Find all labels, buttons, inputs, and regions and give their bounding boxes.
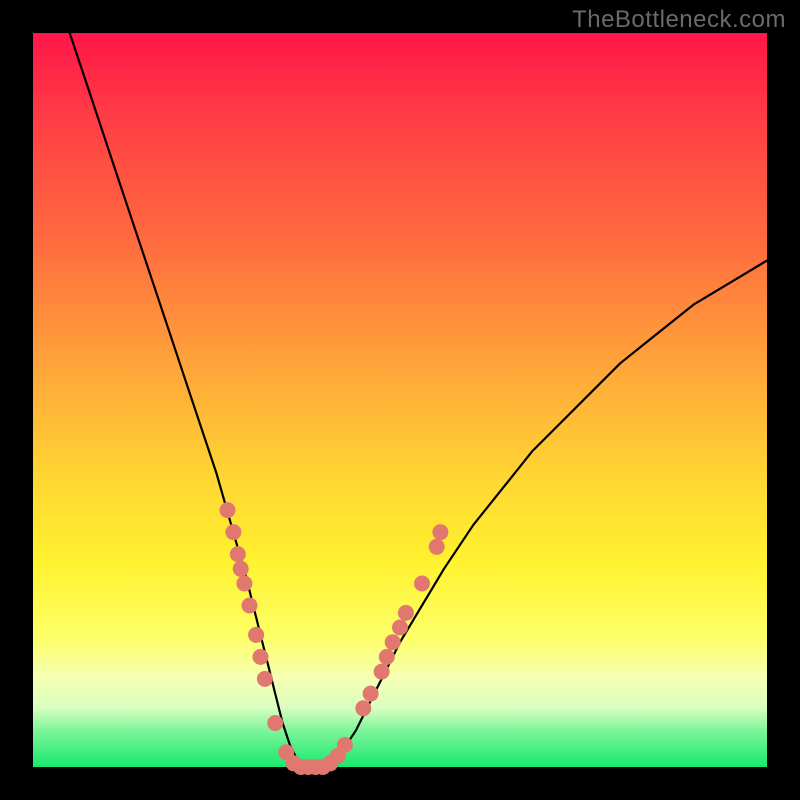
data-marker bbox=[429, 539, 445, 555]
data-marker bbox=[225, 524, 241, 540]
data-marker bbox=[363, 686, 379, 702]
data-marker bbox=[337, 737, 353, 753]
data-marker bbox=[374, 664, 390, 680]
data-marker bbox=[385, 634, 401, 650]
data-marker bbox=[398, 605, 414, 621]
bottleneck-curve bbox=[70, 33, 767, 767]
chart-svg bbox=[33, 33, 767, 767]
data-marker bbox=[233, 561, 249, 577]
data-marker bbox=[392, 620, 408, 636]
data-marker bbox=[257, 671, 273, 687]
chart-stage: TheBottleneck.com bbox=[0, 0, 800, 800]
data-marker bbox=[230, 546, 246, 562]
data-marker bbox=[267, 715, 283, 731]
watermark-text: TheBottleneck.com bbox=[572, 6, 786, 34]
data-marker bbox=[242, 598, 258, 614]
data-marker bbox=[253, 649, 269, 665]
data-marker bbox=[414, 576, 430, 592]
data-marker bbox=[432, 524, 448, 540]
data-markers bbox=[220, 502, 449, 775]
data-marker bbox=[355, 700, 371, 716]
data-marker bbox=[236, 576, 252, 592]
data-marker bbox=[248, 627, 264, 643]
data-marker bbox=[220, 502, 236, 518]
plot-area bbox=[33, 33, 767, 767]
data-marker bbox=[379, 649, 395, 665]
